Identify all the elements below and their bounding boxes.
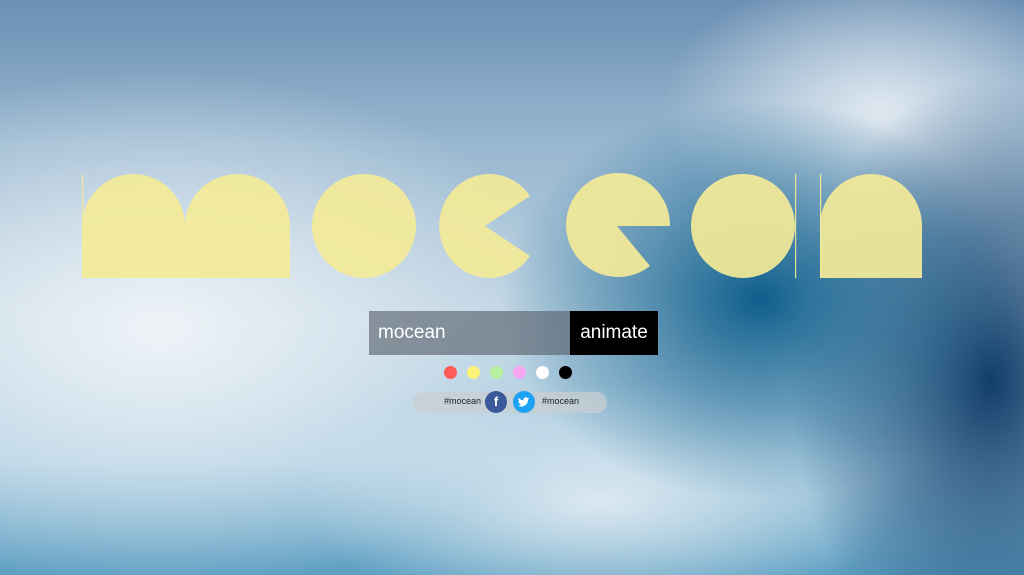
logo-letter-m [82,174,290,278]
twitter-icon[interactable] [513,391,535,413]
animate-button[interactable]: animate [570,311,658,355]
swatch-white[interactable] [536,366,549,379]
color-swatches [444,366,572,379]
facebook-icon[interactable]: f [485,391,507,413]
swatch-red[interactable] [444,366,457,379]
logo-letter-e [566,173,671,278]
swatch-green[interactable] [490,366,503,379]
logo-letter-c [439,174,530,278]
animate-form: mocean animate [369,311,658,355]
logo-letter-o [312,174,416,278]
logo-letter-o-2 [691,174,795,278]
swatch-black[interactable] [559,366,572,379]
swatch-pink[interactable] [513,366,526,379]
facebook-hashtag: #mocean [444,396,482,406]
mocean-logo [82,173,922,278]
logo-letter-n [820,174,922,278]
text-input[interactable]: mocean [369,311,570,355]
share-bar: #mocean f #mocean [413,391,607,413]
twitter-hashtag: #mocean [542,396,580,406]
swatch-yellow[interactable] [467,366,480,379]
